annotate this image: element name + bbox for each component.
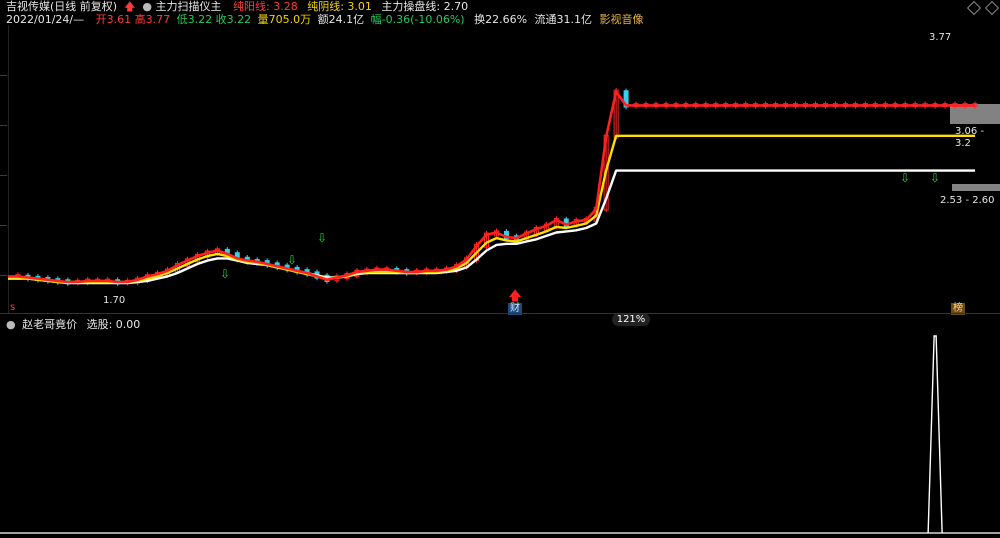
sub-peak-line bbox=[927, 335, 943, 534]
sub-chart bbox=[0, 335, 1000, 534]
